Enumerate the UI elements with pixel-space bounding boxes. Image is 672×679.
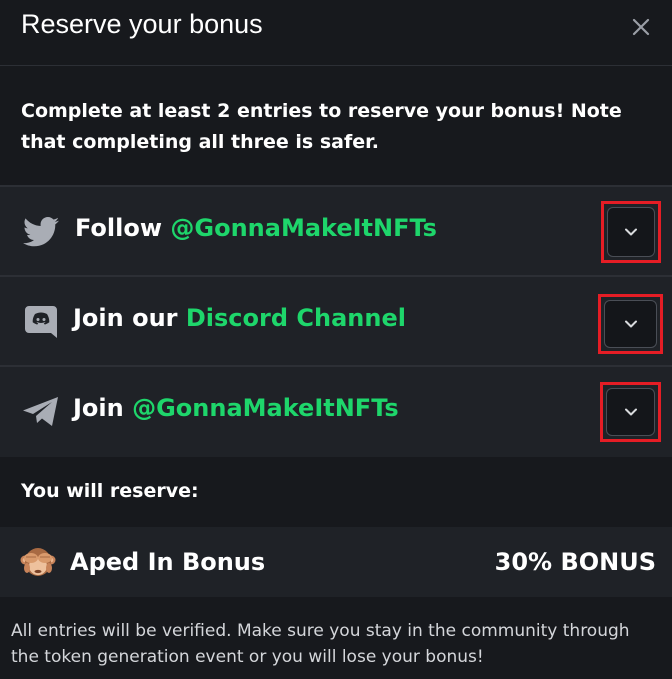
entry-link[interactable]: Discord Channel [186, 304, 406, 332]
entry-label: Join @GonnaMakeItNFTs [73, 394, 399, 422]
bonus-name: Aped In Bonus [70, 548, 266, 576]
chevron-down-icon [625, 228, 637, 236]
reserve-label: You will reserve: [21, 480, 199, 502]
entry-prefix: Follow [75, 214, 171, 242]
entry-link[interactable]: @GonnaMakeItNFTs [170, 214, 437, 242]
close-icon [632, 18, 650, 36]
expand-button[interactable] [607, 207, 655, 257]
modal-title: Reserve your bonus [21, 9, 263, 39]
verification-note: All entries will be verified. Make sure … [11, 621, 630, 667]
highlight-box [600, 382, 661, 442]
entry-label: Follow @GonnaMakeItNFTs [75, 214, 437, 242]
expand-button[interactable] [604, 300, 657, 348]
bonus-value: 30% BONUS [494, 548, 656, 576]
twitter-icon [22, 215, 60, 249]
instructions-text: Complete at least 2 entries to reserve y… [21, 100, 622, 153]
entry-prefix: Join our [73, 304, 186, 332]
entry-discord[interactable]: Join our Discord Channel [0, 275, 672, 365]
entry-telegram[interactable]: Join @GonnaMakeItNFTs [0, 365, 672, 457]
highlight-box [601, 201, 661, 263]
telegram-icon [22, 395, 60, 429]
see-no-evil-monkey-icon [20, 544, 56, 580]
chevron-down-icon [624, 320, 637, 328]
entry-twitter[interactable]: Follow @GonnaMakeItNFTs [0, 185, 672, 275]
expand-button[interactable] [606, 388, 655, 436]
discord-icon [22, 305, 60, 339]
bonus-row: Aped In Bonus 30% BONUS [0, 527, 672, 597]
close-button[interactable] [624, 10, 658, 44]
entry-label: Join our Discord Channel [73, 304, 406, 332]
entry-prefix: Join [73, 394, 133, 422]
chevron-down-icon [624, 408, 637, 416]
modal-header: Reserve your bonus [0, 0, 672, 66]
highlight-box [598, 294, 663, 354]
entry-link[interactable]: @GonnaMakeItNFTs [132, 394, 399, 422]
